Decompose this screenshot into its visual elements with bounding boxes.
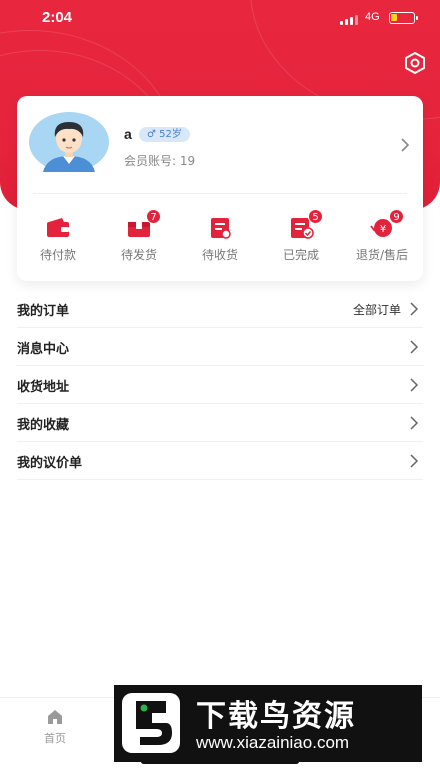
user-avatar-icon — [29, 112, 109, 172]
menu-label: 我的收藏 — [17, 418, 70, 433]
order-label: 待收货 — [201, 248, 238, 262]
menu-label: 我的订单 — [17, 304, 70, 319]
svg-text:¥: ¥ — [380, 224, 386, 235]
order-pending-receipt[interactable]: 待收货 — [180, 210, 260, 270]
order-refund[interactable]: ¥ 9 退货/售后 — [342, 209, 422, 270]
watermark-title: 下载鸟资源 — [196, 699, 356, 734]
battery-icon — [389, 12, 418, 24]
chevron-right-icon — [410, 302, 419, 316]
settings-button[interactable] — [402, 50, 428, 76]
profile-card: a ♂ 52岁 会员账号: 19 待付款 7 待发货 待收货 5 已完成 ¥ 9… — [17, 96, 423, 281]
home-icon — [48, 710, 62, 724]
order-pending-shipment[interactable]: 7 待发货 — [99, 209, 179, 270]
status-time: 2:04 — [42, 9, 73, 26]
wallet-icon — [47, 218, 69, 237]
menu-item-favorites[interactable]: 我的收藏 — [17, 404, 423, 442]
chevron-right-icon[interactable] — [399, 138, 411, 152]
order-label: 已完成 — [282, 248, 319, 262]
chevron-right-icon — [410, 378, 419, 392]
signal-icon — [340, 13, 360, 25]
order-count-badge: 9 — [389, 209, 404, 224]
member-account: 会员账号: 19 — [124, 152, 195, 169]
user-name: a — [124, 126, 132, 142]
order-count-badge: 7 — [146, 209, 161, 224]
watermark-url: www.xiazainiao.com — [196, 733, 350, 752]
order-label: 退货/售后 — [355, 248, 409, 262]
bird-logo-icon — [122, 693, 180, 753]
tab-home[interactable]: 首页 — [30, 706, 80, 746]
gender-age-badge: ♂ 52岁 — [139, 127, 190, 142]
card-divider — [33, 193, 407, 194]
chevron-right-icon — [410, 340, 419, 354]
all-orders-link[interactable]: 全部订单 — [353, 301, 401, 318]
menu-label: 我的议价单 — [17, 456, 83, 471]
menu-item-messages[interactable]: 消息中心 — [17, 328, 423, 366]
order-count-badge: 5 — [308, 209, 323, 224]
menu-item-address[interactable]: 收货地址 — [17, 366, 423, 404]
member-account-id: 19 — [179, 154, 196, 168]
receipt-icon — [211, 218, 231, 239]
chevron-right-icon — [410, 416, 419, 430]
tab-home-label: 首页 — [44, 732, 66, 745]
member-account-label: 会员账号: — [124, 154, 177, 168]
menu-item-my-orders[interactable]: 我的订单 全部订单 — [17, 290, 423, 328]
male-icon: ♂ — [147, 129, 156, 140]
menu-label: 消息中心 — [17, 342, 70, 357]
menu-list: 我的订单 全部订单 消息中心 收货地址 我的收藏 我的议价单 — [17, 290, 423, 480]
network-label: 4G — [365, 11, 380, 23]
order-label: 待付款 — [39, 248, 76, 262]
settings-hexagon-icon — [405, 51, 425, 75]
order-label: 待发货 — [120, 248, 157, 262]
status-bar: 2:04 4G — [0, 0, 440, 36]
chevron-right-icon — [410, 454, 419, 468]
watermark: 下载鸟资源 www.xiazainiao.com — [114, 685, 422, 762]
order-pending-payment[interactable]: 待付款 — [18, 210, 98, 270]
menu-label: 收货地址 — [17, 380, 70, 395]
avatar[interactable] — [29, 112, 109, 172]
battery-level — [391, 14, 397, 21]
menu-item-quotes[interactable]: 我的议价单 — [17, 442, 423, 480]
age-label: 52岁 — [159, 129, 182, 140]
order-completed[interactable]: 5 已完成 — [261, 209, 341, 270]
